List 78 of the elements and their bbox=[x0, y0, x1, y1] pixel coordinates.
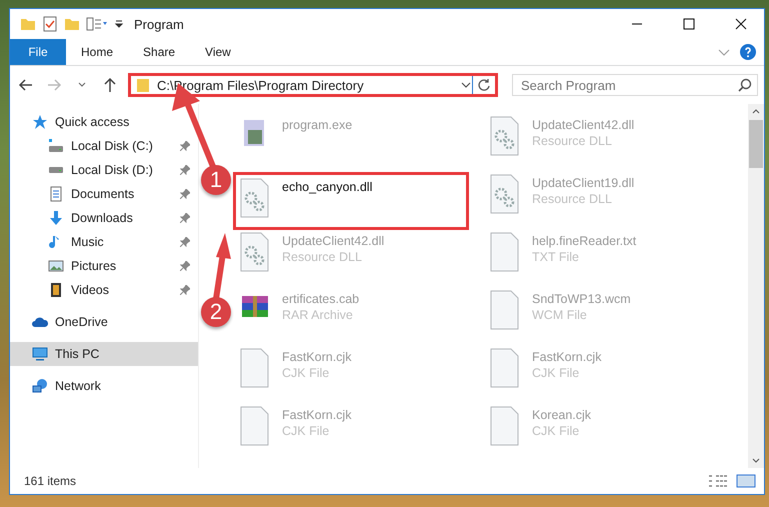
file-type: TXT File bbox=[532, 250, 580, 264]
sidebar-item[interactable]: Local Disk (D:) bbox=[10, 158, 198, 182]
file-name: UpdateClient42.dll bbox=[532, 118, 634, 132]
scrollbar-thumb[interactable] bbox=[749, 120, 763, 168]
checklist-icon bbox=[42, 16, 58, 32]
window-title: Program bbox=[134, 16, 185, 32]
sidebar-item[interactable]: Network bbox=[10, 374, 198, 398]
maximize-icon bbox=[683, 18, 695, 30]
scrollbar[interactable] bbox=[748, 104, 764, 468]
up-arrow-icon bbox=[102, 77, 118, 93]
file-type: WCM File bbox=[532, 308, 588, 322]
file-name: UpdateClient42.dll bbox=[282, 234, 384, 248]
ribbon-tab[interactable]: Home bbox=[66, 39, 128, 65]
folder-icon bbox=[64, 16, 80, 32]
film-icon bbox=[48, 282, 64, 298]
gear-file-icon bbox=[240, 232, 270, 272]
sidebar-item[interactable]: Music bbox=[10, 230, 198, 254]
sidebar-item[interactable]: This PC bbox=[10, 342, 198, 366]
properties-icon bbox=[86, 16, 108, 32]
file-name: Korean.cjk bbox=[532, 408, 592, 422]
back-arrow-icon bbox=[18, 77, 34, 93]
file-type: CJK File bbox=[282, 366, 330, 380]
sidebar-item[interactable]: Downloads bbox=[10, 206, 198, 230]
details-view-icon bbox=[708, 474, 728, 488]
help-icon bbox=[740, 44, 756, 60]
file-name: echo_canyon.dll bbox=[282, 180, 372, 194]
network-icon bbox=[32, 378, 48, 394]
folder-icon bbox=[20, 16, 36, 32]
download-icon bbox=[48, 210, 64, 226]
gear-file-icon bbox=[490, 174, 520, 214]
sidebar-item[interactable]: OneDrive bbox=[10, 310, 198, 334]
star-icon bbox=[32, 114, 48, 130]
file-name: SndToWP13.wcm bbox=[532, 292, 631, 306]
file-name: FastKorn.cjk bbox=[282, 408, 352, 422]
file-icon bbox=[490, 232, 520, 272]
ribbon-tab[interactable]: Share bbox=[128, 39, 190, 65]
sidebar-item[interactable]: Pictures bbox=[10, 254, 198, 278]
sidebar-item[interactable]: Local Disk (C:) bbox=[10, 134, 198, 158]
ribbon-tab[interactable]: View bbox=[190, 39, 246, 65]
file-icon bbox=[240, 406, 270, 446]
gear-file-icon bbox=[240, 178, 270, 218]
ribbon-tab[interactable]: File bbox=[10, 39, 66, 65]
item-count: 161 items bbox=[24, 474, 76, 488]
sidebar-item[interactable]: Documents bbox=[10, 182, 198, 206]
refresh-icon bbox=[477, 78, 491, 92]
file-type: CJK File bbox=[532, 366, 580, 380]
file-icon bbox=[490, 406, 520, 446]
file-icon bbox=[490, 290, 520, 330]
gear-file-icon bbox=[490, 116, 520, 156]
file-name: ertificates.cab bbox=[282, 292, 360, 306]
monitor-icon bbox=[32, 346, 48, 362]
file-name: FastKorn.cjk bbox=[282, 350, 352, 364]
sidebar-item[interactable]: Videos bbox=[10, 278, 198, 302]
step-number: 2 bbox=[201, 297, 231, 327]
drive-icon bbox=[48, 138, 64, 154]
step-number: 1 bbox=[201, 165, 231, 195]
file-name: FastKorn.cjk bbox=[532, 350, 602, 364]
file-name: help.fineReader.txt bbox=[532, 234, 636, 248]
file-type: CJK File bbox=[282, 424, 330, 438]
close-icon bbox=[735, 18, 747, 30]
drive-icon bbox=[48, 166, 64, 174]
file-type: Resource DLL bbox=[532, 134, 613, 148]
file-icon bbox=[490, 348, 520, 388]
folder-icon bbox=[135, 77, 151, 93]
file-type: CJK File bbox=[532, 424, 580, 438]
arrow bbox=[213, 233, 231, 300]
file-icon bbox=[240, 348, 270, 388]
file-type: Resource DLL bbox=[532, 192, 613, 206]
file-type: Resource DLL bbox=[282, 250, 363, 264]
sidebar-item[interactable]: Quick access bbox=[10, 110, 198, 134]
forward-arrow-icon bbox=[46, 77, 62, 93]
file-item[interactable]: echo_canyon.dll bbox=[233, 172, 469, 230]
picture-icon bbox=[48, 258, 64, 274]
document-icon bbox=[48, 186, 64, 202]
file-type: RAR Archive bbox=[282, 308, 354, 322]
file-name: program.exe bbox=[282, 118, 352, 132]
file-name: UpdateClient19.dll bbox=[532, 176, 634, 190]
large-icons-view-icon bbox=[736, 474, 756, 488]
